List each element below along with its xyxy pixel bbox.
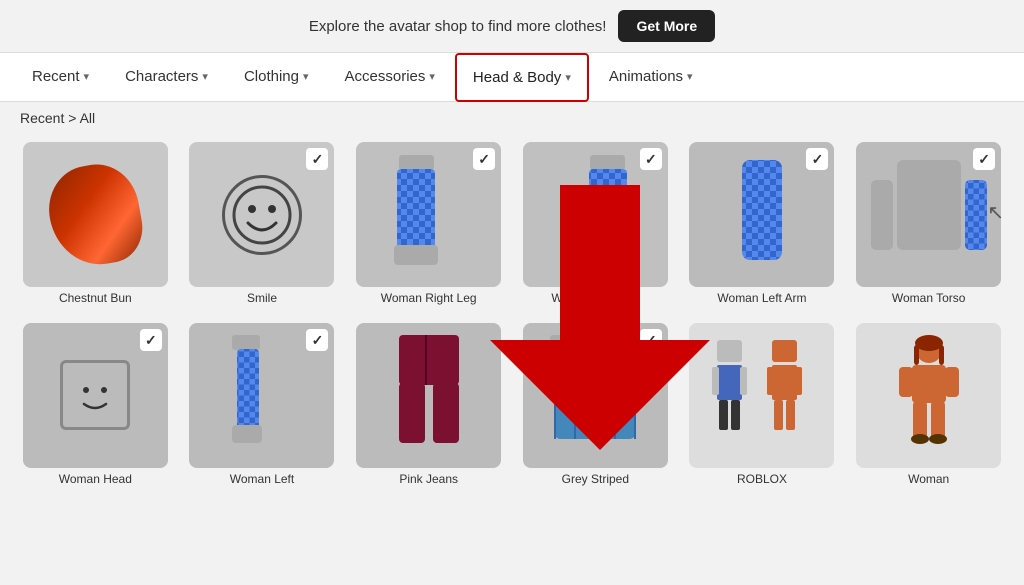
top-bar: Explore the avatar shop to find more clo…	[0, 0, 1024, 53]
chevron-down-icon: ▾	[429, 70, 435, 83]
torso-preview	[869, 150, 989, 280]
list-item[interactable]: Woman Left	[183, 323, 342, 488]
item-label: Chestnut Bun	[59, 291, 132, 307]
list-item[interactable]: ROBLOX	[683, 323, 842, 488]
item-thumbnail[interactable]	[856, 142, 1001, 287]
items-grid-row1: Chestnut Bun Smile	[0, 134, 1024, 315]
tab-characters[interactable]: Characters ▾	[109, 54, 224, 101]
item-thumbnail[interactable]	[856, 323, 1001, 468]
item-label: Woman Right Leg	[381, 291, 477, 307]
list-item[interactable]: Chestnut Bun	[16, 142, 175, 307]
list-item[interactable]: Grey Striped	[516, 323, 675, 488]
item-thumbnail[interactable]	[689, 323, 834, 468]
arm-preview	[722, 155, 802, 275]
tab-accessories[interactable]: Accessories ▾	[329, 54, 451, 101]
item-thumbnail[interactable]	[356, 323, 501, 468]
list-item[interactable]: Woman Left Leg	[516, 142, 675, 307]
tab-head-body[interactable]: Head & Body ▾	[455, 53, 589, 102]
chevron-down-icon: ▾	[687, 70, 693, 83]
item-label: Woman	[908, 472, 949, 488]
item-label: Grey Striped	[562, 472, 629, 488]
list-item[interactable]: Woman Left Arm	[683, 142, 842, 307]
roblox-preview	[712, 335, 812, 455]
tab-clothing[interactable]: Clothing ▾	[228, 54, 325, 101]
item-label: ROBLOX	[737, 472, 787, 488]
items-grid-row2: Woman Head Woman Left	[0, 315, 1024, 496]
item-thumbnail[interactable]	[189, 142, 334, 287]
item-thumbnail[interactable]	[523, 142, 668, 287]
item-label: Woman Torso	[892, 291, 966, 307]
woman-preview	[884, 335, 974, 455]
smile-svg	[232, 185, 292, 245]
item-thumbnail[interactable]	[189, 323, 334, 468]
list-item[interactable]: Pink Jeans	[349, 323, 508, 488]
list-item[interactable]: Woman Torso	[849, 142, 1008, 307]
item-label: Woman Left Arm	[717, 291, 806, 307]
cursor-icon: ↖	[987, 200, 1004, 225]
chevron-down-icon: ▾	[202, 70, 208, 83]
list-item[interactable]: Woman Right Leg	[349, 142, 508, 307]
chevron-down-icon: ▾	[565, 71, 571, 84]
nav-tabs: Recent ▾ Characters ▾ Clothing ▾ Accesso…	[0, 53, 1024, 102]
item-label: Woman Head	[59, 472, 132, 488]
face-preview	[222, 175, 302, 255]
item-thumbnail[interactable]	[689, 142, 834, 287]
list-item[interactable]: Woman	[849, 323, 1008, 488]
item-label: Pink Jeans	[399, 472, 458, 488]
item-thumbnail[interactable]	[523, 323, 668, 468]
arm-left-preview	[222, 335, 302, 455]
tab-animations[interactable]: Animations ▾	[593, 54, 709, 101]
leg-preview	[389, 155, 469, 275]
shirt-preview	[545, 335, 645, 455]
breadcrumb: Recent > All	[0, 102, 1024, 134]
get-more-button[interactable]: Get More	[618, 10, 715, 42]
item-thumbnail[interactable]	[23, 142, 168, 287]
hair-preview	[42, 157, 148, 271]
list-item[interactable]: Woman Head	[16, 323, 175, 488]
leg-preview-left	[555, 155, 635, 275]
item-thumbnail[interactable]	[23, 323, 168, 468]
chevron-down-icon: ▾	[84, 70, 90, 83]
head-preview	[60, 360, 130, 430]
head-svg	[70, 370, 120, 420]
item-thumbnail[interactable]	[356, 142, 501, 287]
chevron-down-icon: ▾	[303, 70, 309, 83]
promo-text: Explore the avatar shop to find more clo…	[309, 18, 607, 35]
item-label: Woman Left	[230, 472, 294, 488]
jeans-preview	[389, 335, 469, 455]
list-item[interactable]: Smile	[183, 142, 342, 307]
item-label: Woman Left Leg	[551, 291, 639, 307]
tab-recent[interactable]: Recent ▾	[16, 54, 105, 101]
item-label: Smile	[247, 291, 277, 307]
